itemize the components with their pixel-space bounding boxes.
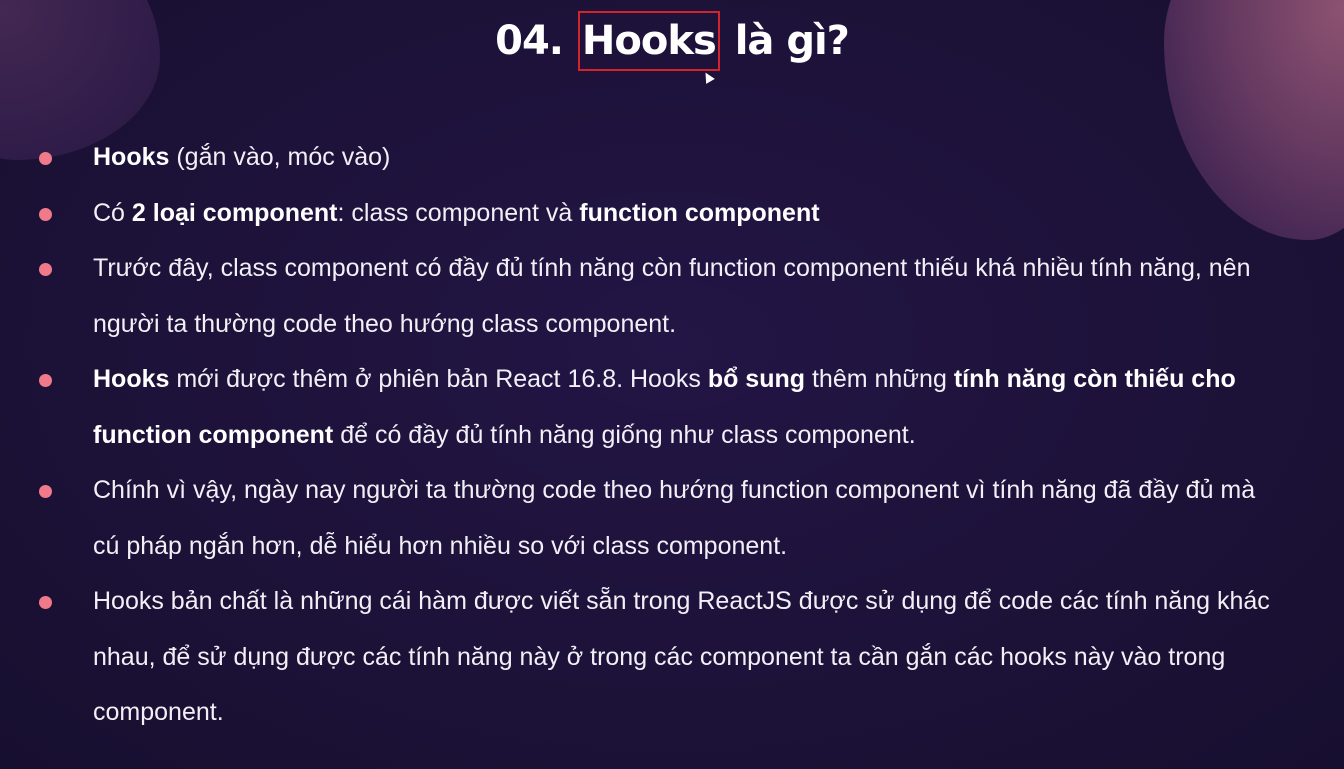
title-prefix: 04. (495, 18, 564, 64)
bullet-dot-icon (39, 263, 52, 276)
bullet-item: Hooks mới được thêm ở phiên bản React 16… (0, 352, 1344, 463)
bullet-text-bold: Hooks (93, 365, 170, 393)
bullet-text: Hooks (gắn vào, móc vào) (93, 143, 390, 171)
bullet-text-part: thêm những (805, 365, 954, 393)
bullet-text: Trước đây, class component có đầy đủ tín… (93, 254, 1250, 338)
bullet-text-part: Trước đây, class component có đầy đủ tín… (93, 254, 1251, 338)
bullet-text-part: để có đầy đủ tính năng giống như class c… (333, 420, 916, 449)
slide-title: 04. Hooks là gì? (0, 10, 1344, 72)
bullet-item: Trước đây, class component có đầy đủ tín… (0, 241, 1344, 352)
bullet-text: Chính vì vậy, ngày nay người ta thường c… (93, 476, 1255, 560)
bullet-item: Hooks (gắn vào, móc vào) (0, 130, 1344, 186)
bullet-dot-icon (39, 207, 52, 221)
bullet-text-part: mới được thêm ở phiên bản React 16.8. Ho… (169, 365, 708, 393)
bullet-dot-icon (39, 485, 52, 498)
bullet-text-part: Có (93, 198, 132, 227)
bullet-text-part: (gắn vào, móc vào) (169, 143, 391, 171)
bullet-text-bold: 2 loại component (131, 198, 338, 227)
title-suffix: là gì? (734, 18, 850, 64)
mouse-cursor-icon (701, 70, 715, 84)
bullet-dot-icon (39, 152, 52, 165)
bullet-list: Hooks (gắn vào, móc vào) Có 2 loại compo… (0, 130, 1344, 741)
bullet-text-part: Chính vì vậy, ngày nay người ta thường c… (93, 476, 1256, 560)
bullet-dot-icon (39, 374, 52, 387)
title-highlighted-word: Hooks (581, 18, 717, 64)
bullet-text: Hooks bản chất là những cái hàm được viế… (93, 587, 1270, 726)
bullet-item: Có 2 loại component: class component và … (0, 186, 1344, 242)
bullet-text: Có 2 loại component: class component và … (93, 199, 820, 227)
bullet-text: Hooks mới được thêm ở phiên bản React 16… (93, 365, 1236, 449)
bullet-item: Hooks bản chất là những cái hàm được viế… (0, 574, 1344, 741)
bullet-text-bold: function component (579, 198, 820, 227)
bullet-dot-icon (39, 596, 52, 609)
bullet-text-bold: Hooks (93, 143, 170, 171)
bullet-item: Chính vì vậy, ngày nay người ta thường c… (0, 463, 1344, 574)
slide: 04. Hooks là gì? Hooks (gắn vào, móc vào… (0, 0, 1344, 769)
bullet-text-part: : class component và (337, 198, 580, 227)
bullet-text-bold: bổ sung (707, 365, 806, 393)
title-highlight-box: Hooks (577, 11, 720, 71)
bullet-text-part: Hooks bản chất là những cái hàm được viế… (93, 587, 1270, 726)
